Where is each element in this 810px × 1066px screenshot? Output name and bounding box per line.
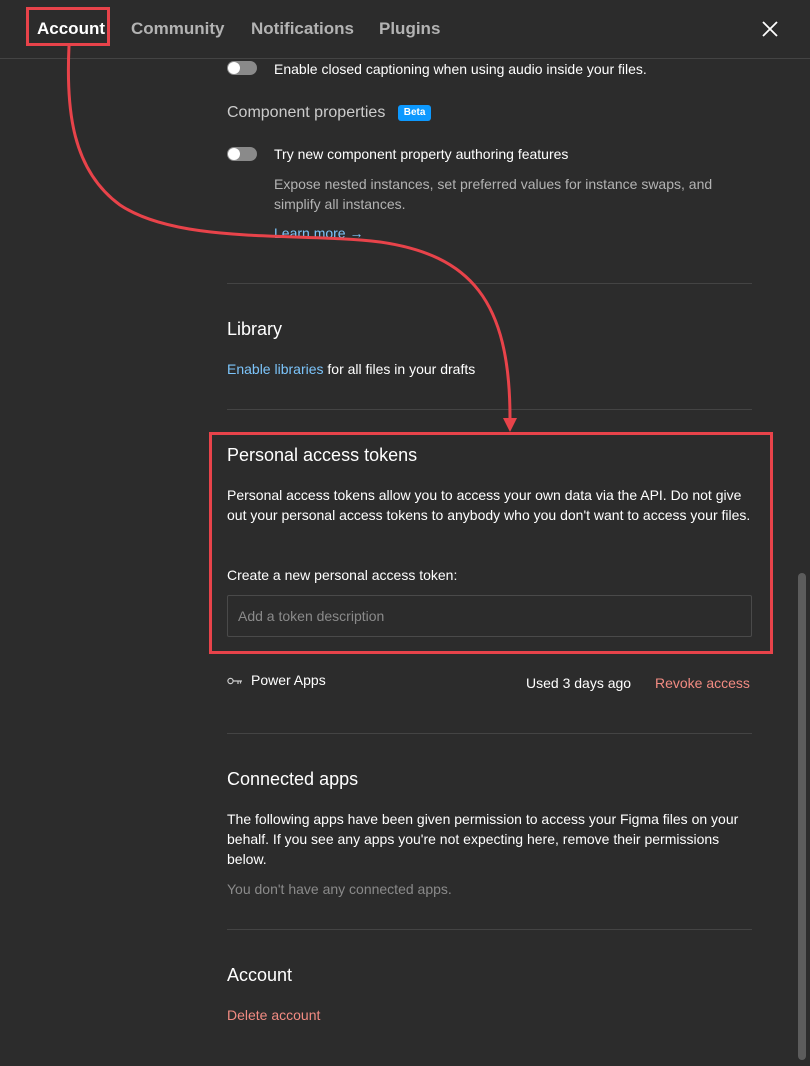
scrollbar-thumb[interactable] — [798, 573, 806, 1060]
component-properties-header: Component properties Beta — [227, 102, 752, 124]
settings-window: Account Community Notifications Plugins … — [0, 0, 810, 1066]
tab-plugins[interactable]: Plugins — [379, 18, 440, 40]
close-button[interactable] — [758, 17, 782, 41]
personal-access-tokens-annotation-box — [209, 432, 773, 654]
token-last-used: Used 3 days ago — [526, 675, 632, 691]
component-properties-title: Component properties — [227, 104, 386, 121]
section-divider — [227, 409, 752, 410]
component-property-toggle[interactable] — [227, 147, 257, 161]
closed-captioning-label: Enable closed captioning when using audi… — [274, 61, 647, 77]
revoke-access-link[interactable]: Revoke access — [655, 673, 750, 693]
connected-apps-empty-state: You don't have any connected apps. — [227, 881, 452, 897]
component-property-label: Try new component property authoring fea… — [274, 146, 569, 162]
key-icon — [227, 677, 242, 685]
connected-apps-title: Connected apps — [227, 769, 359, 789]
account-section-title: Account — [227, 965, 293, 985]
delete-account-link[interactable]: Delete account — [227, 1005, 320, 1025]
library-title: Library — [227, 319, 283, 339]
connected-apps-description: The following apps have been given permi… — [227, 811, 739, 867]
close-icon — [762, 21, 778, 37]
tab-community[interactable]: Community — [131, 18, 225, 40]
token-name: Power Apps — [251, 672, 326, 688]
section-divider — [227, 733, 752, 734]
tab-notifications[interactable]: Notifications — [251, 18, 354, 40]
section-divider — [227, 283, 752, 284]
token-row: Power Apps Used 3 days ago Revoke access — [227, 670, 752, 694]
section-divider — [227, 929, 752, 930]
enable-libraries-link[interactable]: Enable libraries — [227, 361, 324, 377]
beta-badge: Beta — [397, 105, 432, 121]
account-tab-annotation-box — [26, 7, 110, 46]
learn-more-link[interactable]: Learn more → — [274, 223, 363, 243]
toggle-knob — [228, 148, 240, 160]
closed-captioning-toggle[interactable] — [227, 61, 257, 75]
library-description: Enable libraries for all files in your d… — [227, 359, 752, 379]
toggle-knob — [228, 62, 240, 74]
library-description-suffix: for all files in your drafts — [323, 361, 476, 377]
settings-tab-bar: Account Community Notifications Plugins — [0, 0, 810, 59]
component-property-description: Expose nested instances, set preferred v… — [274, 176, 713, 212]
